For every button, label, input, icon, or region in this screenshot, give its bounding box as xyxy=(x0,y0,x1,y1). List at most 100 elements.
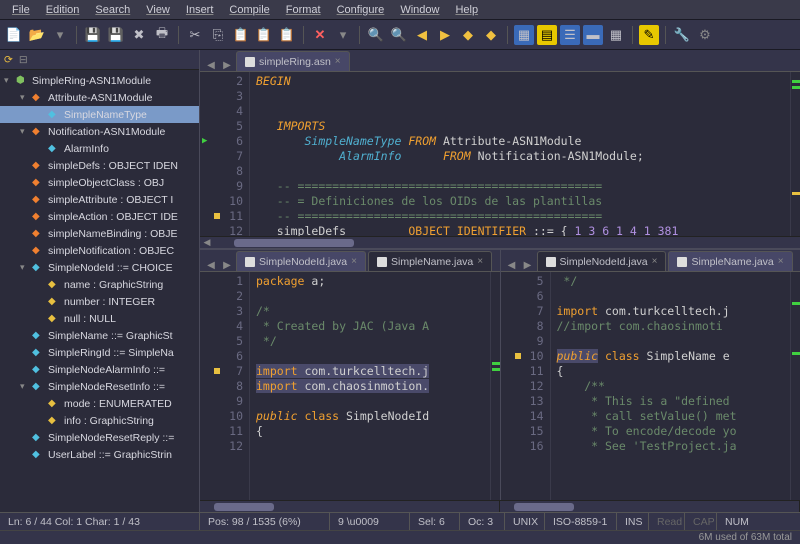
tree-item[interactable]: ◆simpleNotification : OBJEC xyxy=(0,242,199,259)
code-editor-bl[interactable]: 123456789101112 package a;/* * Created b… xyxy=(200,272,500,500)
mark1-icon[interactable]: ◆ xyxy=(458,25,478,45)
project-tree-panel: ⟳ ⊟ ▾⬢SimpleRing-ASN1Module▾◆Attribute-A… xyxy=(0,50,200,512)
tree-item[interactable]: ◆null : NULL xyxy=(0,310,199,327)
menu-compile[interactable]: Compile xyxy=(221,2,277,18)
menu-configure[interactable]: Configure xyxy=(329,2,393,18)
file-icon xyxy=(677,257,687,267)
tab-prev-icon[interactable]: ◀ xyxy=(505,260,519,271)
close-doc-icon[interactable]: ✖ xyxy=(129,25,149,45)
close-icon[interactable]: × xyxy=(335,56,341,67)
file-icon xyxy=(546,257,556,267)
tree-item[interactable]: ▾◆Notification-ASN1Module xyxy=(0,123,199,140)
delete-icon[interactable]: ✕ xyxy=(310,25,330,45)
tree-item[interactable]: ◆simpleObjectClass : OBJ xyxy=(0,174,199,191)
menu-window[interactable]: Window xyxy=(392,2,447,18)
tree-item[interactable]: ◆SimpleNameType xyxy=(0,106,199,123)
open-icon[interactable]: 📂 xyxy=(27,25,47,45)
nav-left-icon[interactable]: ◀ xyxy=(412,25,432,45)
tab-prev-icon[interactable]: ◀ xyxy=(204,60,218,71)
copy2-icon[interactable]: 📋 xyxy=(254,25,274,45)
hscroll-bottom[interactable] xyxy=(200,500,800,512)
find2-icon[interactable]: 🔍 xyxy=(389,25,409,45)
copy-icon[interactable]: ⎘ xyxy=(208,25,228,45)
menu-search[interactable]: Search xyxy=(87,2,138,18)
file-icon xyxy=(245,257,255,267)
tree-item[interactable]: ◆AlarmInfo xyxy=(0,140,199,157)
tab-br-1[interactable]: SimpleName.java × xyxy=(668,251,792,271)
gear-icon[interactable]: ⚙ xyxy=(695,25,715,45)
tab-bl-0[interactable]: SimpleNodeId.java × xyxy=(236,251,366,271)
menu-format[interactable]: Format xyxy=(278,2,329,18)
tree-item[interactable]: ◆SimpleNodeAlarmInfo ::= xyxy=(0,361,199,378)
tab-next-icon[interactable]: ▶ xyxy=(521,260,535,271)
tree-item[interactable]: ◆simpleNameBinding : OBJE xyxy=(0,225,199,242)
find-icon[interactable]: 🔍 xyxy=(366,25,386,45)
status-cap: CAP xyxy=(685,513,717,530)
tree-item[interactable]: ◆UserLabel ::= GraphicStrin xyxy=(0,446,199,463)
tree-item[interactable]: ▾◆Attribute-ASN1Module xyxy=(0,89,199,106)
status-oc: Oc: 3 xyxy=(460,513,505,530)
close-icon[interactable]: × xyxy=(351,256,357,267)
status-enc[interactable]: ISO-8859-1 xyxy=(545,513,617,530)
view3-icon[interactable]: ☰ xyxy=(560,25,580,45)
tree-item[interactable]: ◆SimpleName ::= GraphicSt xyxy=(0,327,199,344)
tool-icon[interactable]: 🔧 xyxy=(672,25,692,45)
paste2-icon[interactable]: 📋 xyxy=(277,25,297,45)
save-icon[interactable]: 💾 xyxy=(83,25,103,45)
code-editor-top[interactable]: 23456▶7891011121314 BEGIN IMPORTS Simple… xyxy=(200,72,800,236)
sync-icon[interactable]: ⟳ xyxy=(4,54,13,66)
dropdown-icon[interactable]: ▾ xyxy=(50,25,70,45)
save-all-icon[interactable]: 💾 xyxy=(106,25,126,45)
tree-item[interactable]: ▾◆SimpleNodeId ::= CHOICE xyxy=(0,259,199,276)
new-icon[interactable]: 📄 xyxy=(4,25,24,45)
close-icon[interactable]: × xyxy=(477,256,483,267)
tab-bl-1[interactable]: SimpleName.java × xyxy=(368,251,492,271)
mark2-icon[interactable]: ◆ xyxy=(481,25,501,45)
menu-bar: FileEditionSearchViewInsertCompileFormat… xyxy=(0,0,800,20)
tab-next-icon[interactable]: ▶ xyxy=(220,60,234,71)
tab-br-0[interactable]: SimpleNodeId.java × xyxy=(537,251,667,271)
status-sel: Sel: 6 xyxy=(410,513,460,530)
tree-item[interactable]: ◆simpleDefs : OBJECT IDEN xyxy=(0,157,199,174)
view1-icon[interactable]: ▦ xyxy=(514,25,534,45)
tree-item[interactable]: ◆number : INTEGER xyxy=(0,293,199,310)
menu-insert[interactable]: Insert xyxy=(178,2,222,18)
tree-item[interactable]: ◆mode : ENUMERATED xyxy=(0,395,199,412)
status-num: NUM xyxy=(717,513,800,530)
status-os[interactable]: UNIX xyxy=(505,513,545,530)
print-icon[interactable]: 🖶 xyxy=(152,25,172,45)
tab-prev-icon[interactable]: ◀ xyxy=(204,260,218,271)
status-ins[interactable]: INS xyxy=(617,513,649,530)
tree-root[interactable]: ▾⬢SimpleRing-ASN1Module xyxy=(0,72,199,89)
paste-icon[interactable]: 📋 xyxy=(231,25,251,45)
cut-icon[interactable]: ✂ xyxy=(185,25,205,45)
highlight-icon[interactable]: ✎ xyxy=(639,25,659,45)
tree-item[interactable]: ◆SimpleRingId ::= SimpleNa xyxy=(0,344,199,361)
view2-icon[interactable]: ▤ xyxy=(537,25,557,45)
code-editor-br[interactable]: 5678910111213141516 */import com.turkcel… xyxy=(501,272,800,500)
menu-file[interactable]: File xyxy=(4,2,38,18)
nav-right-icon[interactable]: ▶ xyxy=(435,25,455,45)
menu-view[interactable]: View xyxy=(138,2,178,18)
view5-icon[interactable]: ▦ xyxy=(606,25,626,45)
dropdown2-icon[interactable]: ▾ xyxy=(333,25,353,45)
menu-help[interactable]: Help xyxy=(447,2,486,18)
menu-edition[interactable]: Edition xyxy=(38,2,88,18)
project-tree[interactable]: ▾⬢SimpleRing-ASN1Module▾◆Attribute-ASN1M… xyxy=(0,70,199,465)
close-icon[interactable]: × xyxy=(778,256,784,267)
tree-item[interactable]: ◆simpleAttribute : OBJECT I xyxy=(0,191,199,208)
tab-next-icon[interactable]: ▶ xyxy=(220,260,234,271)
tree-item[interactable]: ◆info : GraphicString xyxy=(0,412,199,429)
hscroll-top[interactable]: ◀ xyxy=(200,236,800,248)
collapse-icon[interactable]: ⊟ xyxy=(19,54,28,66)
tree-item[interactable]: ◆SimpleNodeResetReply ::= xyxy=(0,429,199,446)
tree-item[interactable]: ▾◆SimpleNodeResetInfo ::= xyxy=(0,378,199,395)
view4-icon[interactable]: ▬ xyxy=(583,25,603,45)
tab-simplering-asn[interactable]: simpleRing.asn × xyxy=(236,51,350,71)
tab-bar-bl: ◀ ▶ SimpleNodeId.java × SimpleName.java … xyxy=(200,250,500,272)
status-read: Read xyxy=(649,513,685,530)
close-icon[interactable]: × xyxy=(652,256,658,267)
tree-item[interactable]: ◆name : GraphicString xyxy=(0,276,199,293)
status-bar: Ln: 6 / 44 Col: 1 Char: 1 / 43 Pos: 98 /… xyxy=(0,512,800,530)
tree-item[interactable]: ◆simpleAction : OBJECT IDE xyxy=(0,208,199,225)
